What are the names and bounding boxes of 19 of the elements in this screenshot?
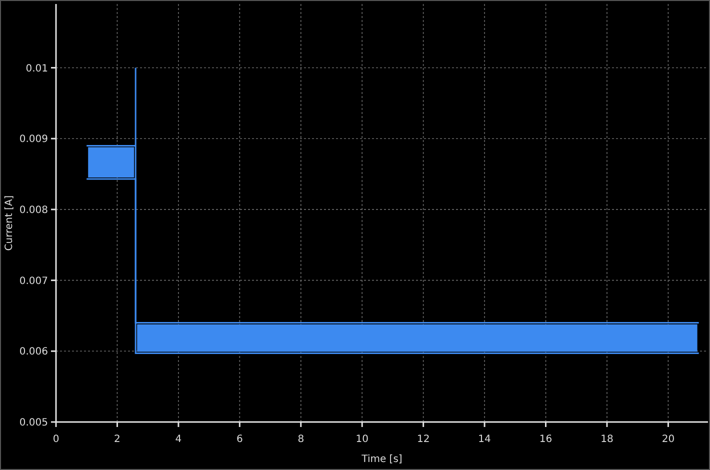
x-tick-label: 8 [298, 434, 304, 445]
y-tick-label: 0.009 [19, 134, 48, 146]
x-tick-label: 12 [416, 434, 430, 445]
x-tick-label: 4 [175, 434, 182, 445]
x-tick-label: 6 [236, 434, 243, 445]
y-tick-label: 0.005 [19, 418, 48, 428]
x-tick-label: 0 [52, 434, 60, 445]
y-tick-label: 0.007 [19, 276, 48, 287]
x-tick-label: 18 [600, 434, 614, 445]
y-tick-label: 0.01 [26, 63, 48, 74]
x-tick-label: 14 [478, 434, 491, 445]
x-axis-title: Time [s] [362, 454, 402, 465]
x-tick-label: 2 [114, 434, 120, 445]
y-axis-title: Current [A] [4, 195, 15, 251]
x-tick-label: 20 [662, 434, 675, 445]
y-tick-label: 0.008 [19, 204, 48, 216]
x-tick-label: 16 [539, 434, 552, 445]
x-tick-label: 10 [356, 434, 368, 445]
y-tick-label: 0.006 [19, 346, 48, 358]
